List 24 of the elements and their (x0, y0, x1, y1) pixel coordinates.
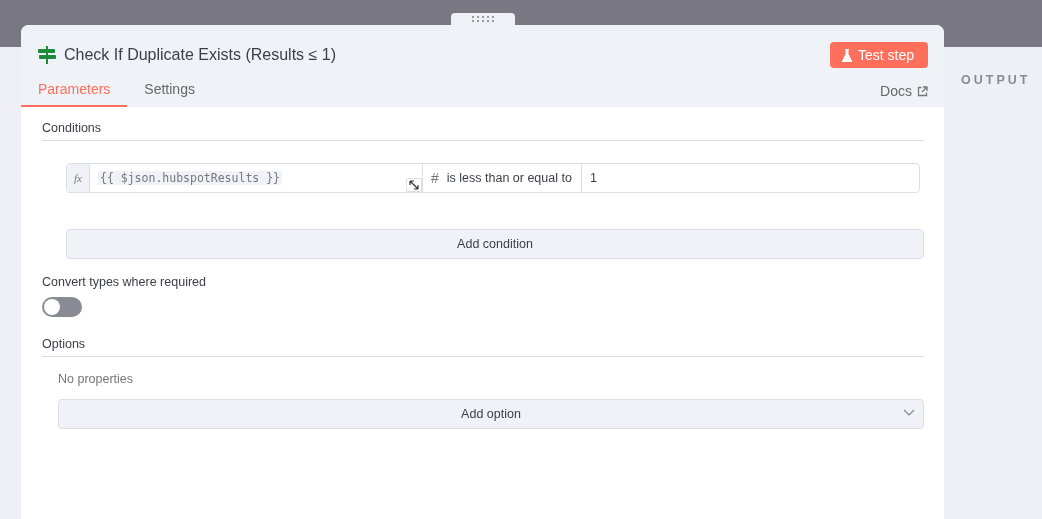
empty-message: No properties (58, 372, 135, 386)
grip-icon (469, 16, 496, 22)
docs-link[interactable]: Docs (880, 83, 928, 107)
expand-icon (407, 179, 421, 191)
add-option-dropdown[interactable]: Add option (58, 399, 924, 429)
external-link-icon (917, 85, 928, 97)
signpost-icon (38, 46, 56, 64)
node-title: Check If Duplicate Exists (Results ≤ 1) (64, 46, 337, 64)
toggle-switch[interactable] (42, 297, 82, 317)
expression-icon: fx (67, 164, 90, 192)
tab[interactable]: Settings (127, 79, 212, 107)
value-input[interactable]: 1 (582, 164, 919, 192)
test-step-button[interactable]: Test step (829, 42, 928, 68)
expand-button[interactable] (406, 178, 422, 192)
drag-handle[interactable] (450, 13, 515, 25)
operator-select[interactable]: # is less than or equal to (423, 164, 582, 192)
value-input[interactable]: {{ $json.hubspotResults }} (90, 164, 423, 192)
output-label: OUTPUT (961, 73, 1031, 87)
section-label: Options (42, 337, 924, 357)
flask-icon (841, 48, 852, 62)
chevron-down-icon (903, 409, 915, 417)
field-label: Convert types where required (42, 275, 207, 289)
add-condition-button[interactable]: Add condition (66, 229, 924, 259)
section-label: Conditions (42, 121, 924, 141)
